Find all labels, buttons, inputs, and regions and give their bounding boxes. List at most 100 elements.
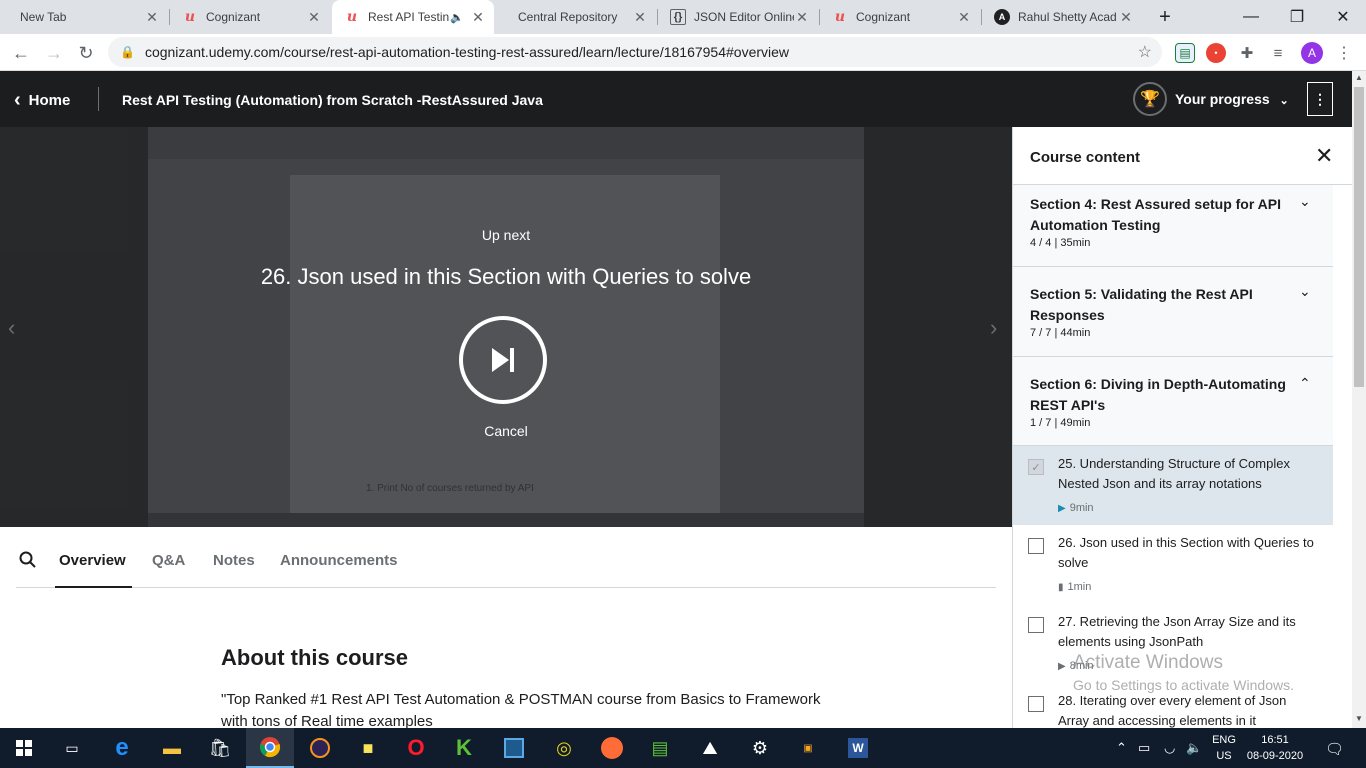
chrome-icon[interactable] xyxy=(246,728,294,768)
section-5[interactable]: Section 5: Validating the Rest API Respo… xyxy=(1013,267,1333,357)
task-view-icon[interactable]: ▭ xyxy=(48,728,96,768)
more-options-button[interactable]: ⋮ xyxy=(1307,82,1333,116)
sticky-notes-icon[interactable]: ■ xyxy=(344,728,392,768)
scroll-up-arrow[interactable]: ▲ xyxy=(1355,73,1363,82)
app-icon[interactable] xyxy=(490,728,538,768)
page-scrollbar-thumb[interactable] xyxy=(1354,87,1364,387)
close-icon[interactable]: ✕ xyxy=(632,9,648,26)
extensions-puzzle-icon[interactable]: ✚ xyxy=(1237,43,1257,63)
close-icon[interactable]: ✕ xyxy=(794,9,810,26)
new-tab-button[interactable]: + xyxy=(1152,5,1178,29)
close-icon[interactable]: ✕ xyxy=(956,9,972,26)
tab-qa[interactable]: Q&A xyxy=(152,552,185,569)
tab-rahul-shetty[interactable]: A Rahul Shetty Acad ✕ xyxy=(982,0,1142,34)
sheets-extension-icon[interactable]: ▤ xyxy=(1175,43,1195,63)
reload-button[interactable]: ↻ xyxy=(72,39,100,67)
window-close-button[interactable]: ✕ xyxy=(1320,0,1366,34)
tab-new-tab[interactable]: New Tab ✕ xyxy=(8,0,168,34)
previous-lecture-arrow[interactable]: ‹ xyxy=(8,315,15,341)
trophy-icon[interactable]: 🏆 xyxy=(1133,82,1167,116)
edge-icon[interactable]: e xyxy=(98,728,146,768)
bookmark-star-icon[interactable]: ☆ xyxy=(1138,42,1152,62)
lecture-title: 25. Understanding Structure of Complex N… xyxy=(1058,456,1290,491)
system-clock[interactable]: 16:51 08-09-2020 xyxy=(1245,732,1305,764)
braces-icon: {} xyxy=(670,9,686,25)
next-lecture-arrow[interactable]: › xyxy=(990,315,997,341)
profile-avatar[interactable]: A xyxy=(1301,42,1323,64)
tab-notes[interactable]: Notes xyxy=(213,552,255,569)
file-icon: ▮ xyxy=(1058,581,1064,593)
section-4[interactable]: Section 4: Rest Assured setup for API Au… xyxy=(1013,185,1333,267)
search-icon[interactable] xyxy=(19,551,36,573)
close-sidebar-icon[interactable]: ✕ xyxy=(1315,143,1333,169)
lecture-title: 26. Json used in this Section with Queri… xyxy=(1058,535,1314,570)
tab-title: Rahul Shetty Acad xyxy=(1018,10,1117,24)
tab-title: Cognizant xyxy=(856,10,911,24)
cancel-button[interactable]: Cancel xyxy=(0,423,1012,439)
restore-button[interactable]: ❐ xyxy=(1274,0,1320,34)
word-icon[interactable]: W xyxy=(834,728,882,768)
katalon-icon[interactable]: K xyxy=(440,728,488,768)
notifications-icon[interactable]: 🗨 xyxy=(1325,740,1344,758)
postman-icon[interactable] xyxy=(588,728,636,768)
store-icon[interactable]: 🛍 xyxy=(196,728,244,768)
section-title: Section 5: Validating the Rest API Respo… xyxy=(1030,286,1253,323)
tab-announcements[interactable]: Announcements xyxy=(280,552,398,569)
close-icon[interactable]: ✕ xyxy=(144,9,160,26)
lecture-checkbox[interactable] xyxy=(1028,617,1044,633)
address-bar[interactable]: 🔒 cognizant.udemy.com/course/rest-api-au… xyxy=(108,37,1162,67)
lecture-checkbox[interactable] xyxy=(1028,538,1044,554)
battery-icon[interactable]: ▭ xyxy=(1138,740,1150,756)
lecture-item-26[interactable]: 26. Json used in this Section with Queri… xyxy=(1013,525,1333,604)
url-text: cognizant.udemy.com/course/rest-api-auto… xyxy=(144,44,790,60)
forward-button[interactable]: → xyxy=(40,39,68,67)
tab-overview[interactable]: Overview xyxy=(59,552,126,569)
settings-gear-icon[interactable]: ⚙ xyxy=(736,728,784,768)
progress-label: Your progress xyxy=(1175,91,1270,107)
close-icon[interactable]: ✕ xyxy=(1118,9,1134,26)
lecture-checkbox[interactable] xyxy=(1028,696,1044,712)
photos-icon[interactable]: ⛰ xyxy=(686,728,734,768)
opera-icon[interactable]: O xyxy=(392,728,440,768)
notepad-icon[interactable]: ▤ xyxy=(636,728,684,768)
windows-taskbar: ▭ e ▬ 🛍 ■ O K ◎ ▤ ⛰ ⚙ ▣ W ⌃ ▭ ◡ 🔈 ENG US… xyxy=(0,728,1366,768)
file-explorer-icon[interactable]: ▬ xyxy=(148,728,196,768)
extension-badge-icon[interactable]: • xyxy=(1206,43,1226,63)
video-player[interactable]: 1. Print No of courses returned by API ‹… xyxy=(0,127,1012,527)
udemy-icon: u xyxy=(346,9,358,25)
back-button[interactable]: ← xyxy=(7,39,35,67)
wifi-icon[interactable]: ◡ xyxy=(1164,740,1175,756)
tab-cognizant-2[interactable]: u Cognizant ✕ xyxy=(820,0,980,34)
speaker-icon[interactable]: 🔈 xyxy=(450,11,464,24)
tab-cognizant[interactable]: u Cognizant ✕ xyxy=(170,0,330,34)
tab-rest-api-testing[interactable]: u Rest API Testin 🔈 ✕ xyxy=(332,0,494,34)
chevron-down-icon: ⌄ xyxy=(1279,95,1289,107)
app-gear-icon[interactable]: ◎ xyxy=(540,728,588,768)
lecture-checkbox[interactable]: ✓ xyxy=(1028,459,1044,475)
start-button[interactable] xyxy=(0,728,48,768)
close-icon[interactable]: ✕ xyxy=(470,9,486,26)
input-language[interactable]: ENG US xyxy=(1210,732,1238,764)
course-title[interactable]: Rest API Testing (Automation) from Scrat… xyxy=(122,92,543,108)
minimize-button[interactable]: — xyxy=(1228,0,1274,34)
progress-dropdown[interactable]: Your progress ⌄ xyxy=(1175,91,1289,107)
section-meta: 7 / 7 | 44min xyxy=(1030,327,1091,339)
chrome-menu-icon[interactable]: ⋮ xyxy=(1334,43,1354,63)
tab-json-editor[interactable]: {} JSON Editor Online ✕ xyxy=(658,0,818,34)
section-6[interactable]: Section 6: Diving in Depth-Automating RE… xyxy=(1013,357,1333,446)
media-control-icon[interactable]: ≡ xyxy=(1268,43,1288,63)
play-next-button[interactable] xyxy=(459,316,547,404)
chevron-down-icon: ⌄ xyxy=(1299,193,1311,209)
eclipse-icon[interactable] xyxy=(296,728,344,768)
section-title: Section 4: Rest Assured setup for API Au… xyxy=(1030,196,1282,233)
tray-expand-icon[interactable]: ⌃ xyxy=(1116,740,1127,756)
activate-windows-watermark: Activate Windows xyxy=(1073,652,1223,673)
volume-icon[interactable]: 🔈 xyxy=(1186,740,1202,756)
scroll-down-arrow[interactable]: ▼ xyxy=(1355,714,1363,723)
tab-central-repository[interactable]: Central Repository ✕ xyxy=(506,0,656,34)
home-link[interactable]: ‹ Home xyxy=(14,89,70,112)
page-scrollbar[interactable]: ▲ ▼ xyxy=(1352,71,1366,728)
lecture-item-25[interactable]: ✓ 25. Understanding Structure of Complex… xyxy=(1013,446,1333,525)
game-icon[interactable]: ▣ xyxy=(784,728,832,768)
close-icon[interactable]: ✕ xyxy=(306,9,322,26)
